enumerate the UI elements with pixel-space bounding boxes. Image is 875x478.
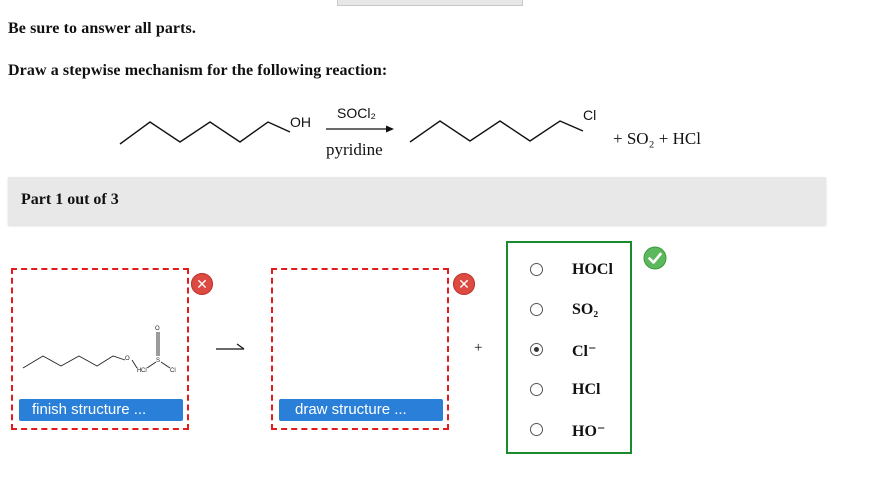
mechanism-arrow xyxy=(216,343,245,350)
reactant-chain xyxy=(119,121,291,145)
radio-hocl[interactable] xyxy=(530,263,543,276)
choice-label: SO₂ xyxy=(572,301,599,318)
reaction-scheme: OH SOCl₂ pyridine Cl + SO₂ + HCl xyxy=(119,105,701,159)
preview-atom-o-top: O xyxy=(155,326,160,332)
product-chain xyxy=(409,120,584,143)
choice-hocl[interactable]: HOCl xyxy=(508,256,630,286)
close-icon[interactable]: ✕ xyxy=(191,273,213,295)
draw-structure-button[interactable]: draw structure ... xyxy=(279,399,443,421)
species-choices: HOCl SO₂ Cl⁻ HCl HO⁻ xyxy=(506,241,632,454)
reaction-arrow-head xyxy=(386,125,394,133)
reactant-oh-label: OH xyxy=(290,114,311,130)
instruction-answer-all: Be sure to answer all parts. xyxy=(8,20,196,37)
choice-label: HO⁻ xyxy=(572,423,606,440)
top-tab[interactable] xyxy=(337,0,523,6)
choice-label: HCl xyxy=(572,381,601,398)
radio-hcl[interactable] xyxy=(530,383,543,396)
solvent-label: pyridine xyxy=(326,140,383,159)
reagent-label: SOCl₂ xyxy=(337,105,376,121)
choice-cl-minus[interactable]: Cl⁻ xyxy=(508,336,630,366)
choice-label: HOCl xyxy=(572,261,613,278)
checkmark-icon xyxy=(643,246,667,270)
structure-preview: O H Cl S O Cl xyxy=(22,326,176,374)
plus-sign: + xyxy=(474,340,483,356)
preview-atom-o: O xyxy=(125,356,130,362)
preview-atom-cl-right: Cl xyxy=(170,368,176,374)
part-header: Part 1 out of 3 xyxy=(8,177,826,225)
choice-label: Cl⁻ xyxy=(572,343,597,360)
close-icon[interactable]: ✕ xyxy=(453,273,475,295)
radio-ho-minus[interactable] xyxy=(530,423,543,436)
radio-cl-minus[interactable] xyxy=(530,343,543,356)
radio-so2[interactable] xyxy=(530,303,543,316)
choice-ho-minus[interactable]: HO⁻ xyxy=(508,416,630,446)
drawing-box-1[interactable]: O H Cl S O Cl finish structure ... xyxy=(11,268,189,430)
finish-structure-button[interactable]: finish structure ... xyxy=(19,399,183,421)
choice-so2[interactable]: SO₂ xyxy=(508,296,630,326)
choice-hcl[interactable]: HCl xyxy=(508,376,630,406)
part-label: Part 1 out of 3 xyxy=(21,191,119,208)
preview-atom-s: S xyxy=(156,358,160,364)
byproducts-label: + SO₂ + HCl xyxy=(613,129,701,148)
preview-atom-cl-left: Cl xyxy=(141,368,147,374)
product-cl-label: Cl xyxy=(583,107,596,123)
instruction-draw-mechanism: Draw a stepwise mechanism for the follow… xyxy=(8,62,388,79)
drawing-box-2[interactable]: draw structure ... xyxy=(271,268,449,430)
